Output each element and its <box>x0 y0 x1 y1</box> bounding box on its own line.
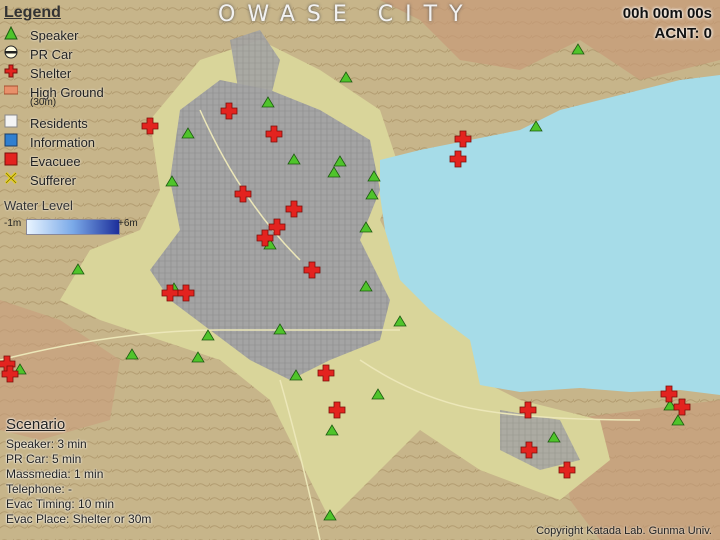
yellow-x-icon <box>4 171 18 185</box>
scenario-line: Telephone: - <box>6 482 73 496</box>
legend-item-evacuee: Evacuee <box>4 152 154 171</box>
legend-label: Evacuee <box>30 154 81 169</box>
legend-item-speaker: Speaker <box>4 26 154 45</box>
scenario-title: Scenario <box>6 416 66 433</box>
legend-label: High Ground <box>30 85 104 100</box>
legend-item-sufferer: Sufferer <box>4 171 154 190</box>
copyright: Copyright Katada Lab. Gunma Univ. <box>536 525 712 537</box>
white-square-icon <box>4 114 18 128</box>
legend-panel: Legend Speaker PR Car Shelter High Groun… <box>4 4 154 235</box>
water-level-scale: -1m +6m <box>4 217 154 235</box>
water-level-title: Water Level <box>4 198 73 213</box>
legend-label: Residents <box>30 116 88 131</box>
scenario-line: PR Car: 5 min <box>6 452 82 466</box>
clock-panel: 00h 00m 00s ACNT: 0 <box>623 4 712 44</box>
scenario-line: Evac Timing: 10 min <box>6 497 115 511</box>
scenario-panel: Scenario Speaker: 3 min PR Car: 5 min Ma… <box>6 416 226 527</box>
orange-swatch-icon <box>4 85 18 95</box>
timer: 00h 00m 00s <box>622 5 712 22</box>
legend-label: Shelter <box>30 66 72 81</box>
map-canvas[interactable]: OWASE CITY 00h 00m 00s ACNT: 0 Legend Sp… <box>0 0 720 540</box>
legend-item-highground: High Ground <box>4 83 154 102</box>
legend-item-prcar: PR Car <box>4 45 154 64</box>
water-level-gradient <box>26 219 120 235</box>
legend-label: Speaker <box>30 28 79 43</box>
legend-label: PR Car <box>30 47 73 62</box>
striped-circle-icon <box>4 45 18 59</box>
green-triangle-icon <box>4 26 18 40</box>
blue-square-icon <box>4 133 18 147</box>
red-cross-icon <box>4 64 18 78</box>
scenario-line: Evac Place: Shelter or 30m <box>6 512 152 526</box>
scenario-line: Massmedia: 1 min <box>6 467 104 481</box>
legend-label: Sufferer <box>30 173 77 188</box>
scenario-line: Speaker: 3 min <box>6 437 87 451</box>
red-square-icon <box>4 152 18 166</box>
map-title: OWASE CITY <box>218 2 475 27</box>
legend-label: Information <box>30 135 96 150</box>
legend-item-shelter: Shelter <box>4 64 154 83</box>
water-level-max: +6m <box>118 218 138 229</box>
legend-item-residents: Residents <box>4 114 154 133</box>
water-level-min: -1m <box>4 218 22 229</box>
legend-title: Legend <box>4 4 61 21</box>
legend-item-information: Information <box>4 133 154 152</box>
acnt-counter: ACNT: 0 <box>654 25 712 42</box>
